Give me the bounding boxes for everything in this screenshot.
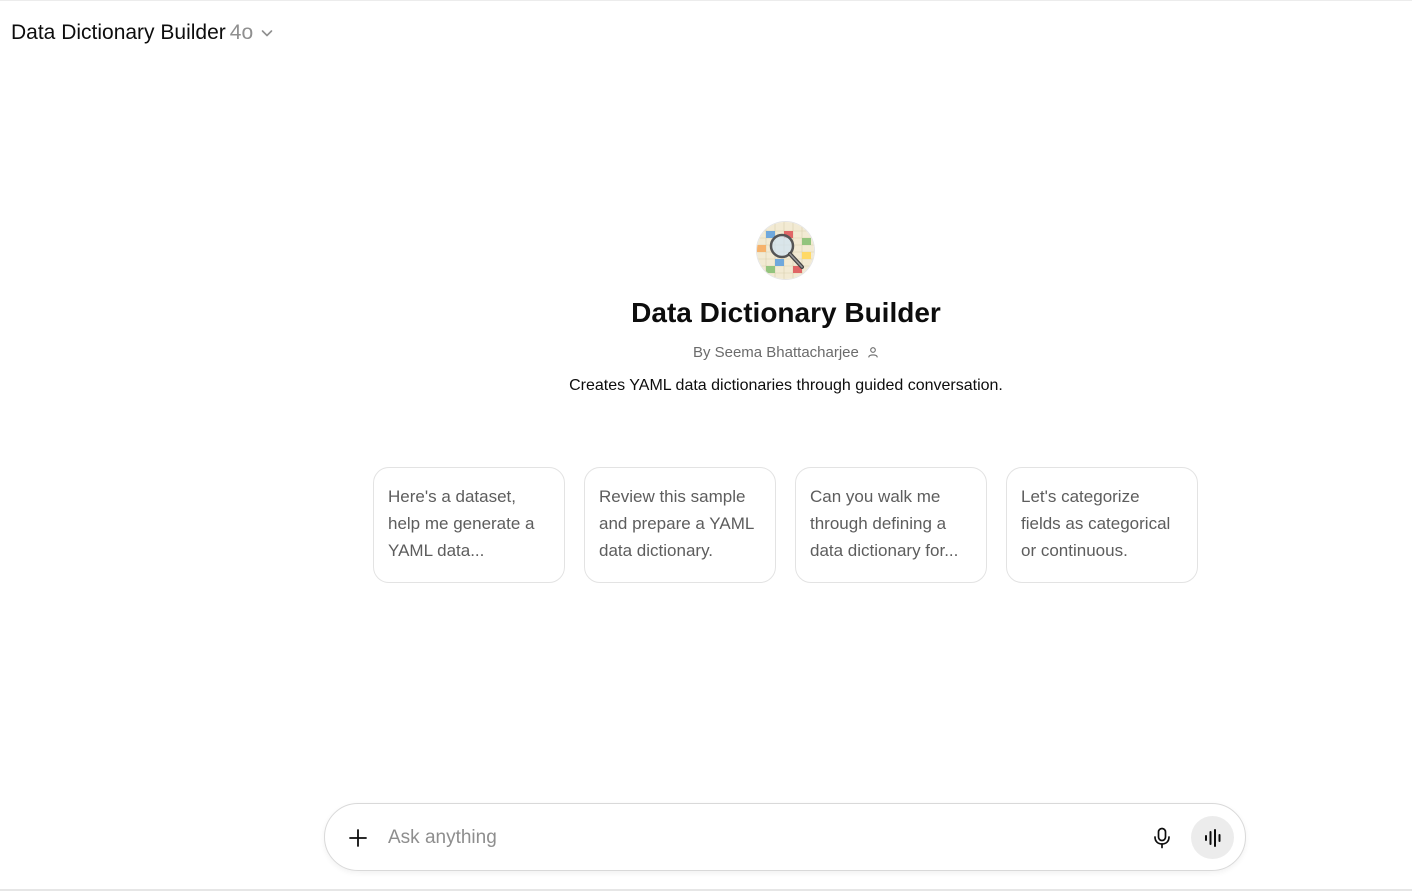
plus-icon[interactable] <box>345 825 371 851</box>
chat-page: Data Dictionary Builder 4o Data Dictiona… <box>0 0 1412 891</box>
author-label: By Seema Bhattacharjee <box>692 344 859 361</box>
starter-card[interactable]: Here's a dataset, help me generate a YAM… <box>373 467 565 583</box>
ask-input[interactable] <box>388 822 1128 854</box>
starter-card[interactable]: Let's categorize fields as categorical o… <box>1006 467 1198 583</box>
composer <box>324 803 1246 871</box>
microphone-icon[interactable] <box>1149 825 1175 851</box>
gpt-author[interactable]: By Seema Bhattacharjee <box>0 344 1412 362</box>
person-icon <box>867 345 879 362</box>
conversation-starters: Here's a dataset, help me generate a YAM… <box>373 467 1198 583</box>
voice-mode-icon[interactable] <box>1191 816 1234 859</box>
gpt-description: Creates YAML data dictionaries through g… <box>569 377 1003 394</box>
chevron-down-icon <box>259 25 275 41</box>
gpt-avatar <box>757 222 814 279</box>
starter-card[interactable]: Review this sample and prepare a YAML da… <box>584 467 776 583</box>
model-name: 4o <box>229 21 254 44</box>
model-selector[interactable]: Data Dictionary Builder 4o <box>11 18 275 48</box>
starter-card[interactable]: Can you walk me through defining a data … <box>795 467 987 583</box>
gpt-title: Data Dictionary Builder <box>11 21 226 44</box>
gpt-name: Data Dictionary Builder <box>631 297 941 328</box>
